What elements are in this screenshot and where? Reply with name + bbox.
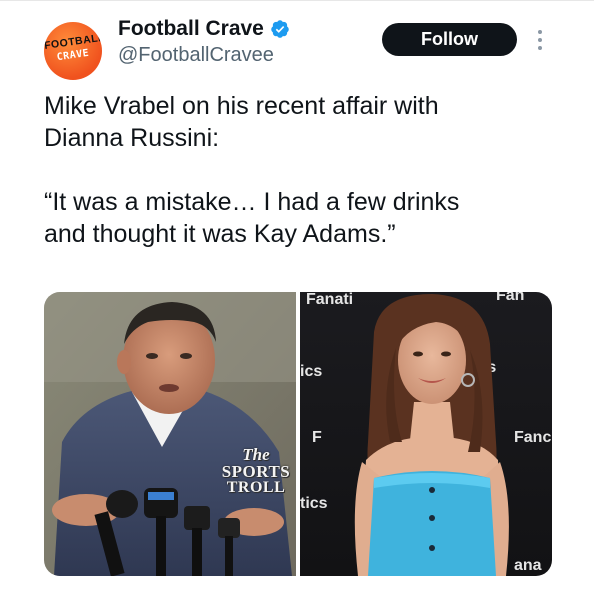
backdrop-text-7: tics [300, 495, 328, 512]
backdrop-text-3: ics [300, 363, 322, 380]
more-options-icon[interactable] [534, 28, 546, 52]
backdrop-text-2: Fan [496, 292, 524, 304]
top-divider [0, 0, 594, 1]
more-dot [538, 46, 542, 50]
right-photo: Fanati Fan ics ics F Fanc tics ana [300, 292, 552, 576]
author-display-name[interactable]: Football Crave [118, 17, 264, 41]
media-images: Fanati Fan ics ics F Fanc tics ana [44, 292, 552, 576]
backdrop-text-6: Fanc [514, 429, 551, 446]
tweet-media[interactable]: Fanati Fan ics ics F Fanc tics ana [44, 292, 552, 576]
follow-button[interactable]: Follow [382, 23, 517, 56]
more-dot [538, 38, 542, 42]
verified-badge-icon[interactable] [270, 19, 290, 39]
tweet-text: Mike Vrabel on his recent affair with Di… [44, 92, 460, 248]
backdrop-text-8: ana [514, 557, 542, 574]
backdrop-text-1: Fanati [306, 292, 353, 308]
backdrop-text-5: F [312, 429, 322, 446]
more-dot [538, 30, 542, 34]
author-handle[interactable]: @FootballCravee [118, 44, 274, 67]
avatar[interactable]: FOOTBALL CRAVE [44, 22, 102, 80]
left-photo [44, 292, 296, 576]
author-name-row: Football Crave [118, 14, 290, 44]
